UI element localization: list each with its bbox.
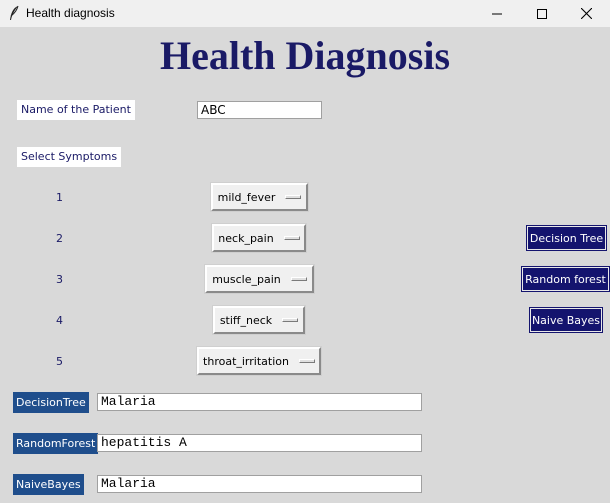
decision-tree-result-field[interactable]: Malaria: [97, 393, 422, 411]
symptom-number-2: 2: [56, 232, 63, 245]
naive-bayes-result-label: NaiveBayes: [13, 474, 84, 495]
symptom-number-5: 5: [56, 355, 63, 368]
close-button[interactable]: [564, 0, 609, 27]
symptom-select-4-value: stiff_neck: [219, 313, 273, 327]
maximize-button[interactable]: [519, 0, 564, 27]
symptom-select-2-value: neck_pain: [218, 231, 274, 245]
dropdown-indicator-icon: [282, 318, 299, 322]
symptom-number-1: 1: [56, 191, 63, 204]
symptom-number-4: 4: [56, 314, 63, 327]
dropdown-indicator-icon: [283, 236, 300, 240]
symptom-select-5[interactable]: throat_irritation: [197, 347, 321, 375]
app-window: Health diagnosis Health Diagnosis Name o…: [0, 0, 610, 503]
patient-name-input[interactable]: ABC: [197, 101, 322, 119]
symptom-select-3[interactable]: muscle_pain: [205, 265, 314, 293]
symptom-select-2[interactable]: neck_pain: [212, 224, 306, 252]
naive-bayes-result-field[interactable]: Malaria: [97, 475, 422, 493]
page-title: Health Diagnosis: [159, 33, 451, 78]
naive-bayes-button[interactable]: Naive Bayes: [529, 307, 603, 333]
decision-tree-button[interactable]: Decision Tree: [526, 225, 607, 251]
patient-name-label: Name of the Patient: [17, 100, 135, 120]
minimize-button[interactable]: [474, 0, 519, 27]
title-bar[interactable]: Health diagnosis: [0, 0, 610, 27]
symptom-select-5-value: throat_irritation: [203, 354, 289, 368]
symptom-number-3: 3: [56, 273, 63, 286]
feather-icon: [8, 5, 20, 21]
close-icon: [581, 8, 592, 19]
symptom-select-1-value: mild_fever: [217, 190, 276, 204]
random-forest-result-field[interactable]: hepatitis A: [97, 434, 422, 452]
decision-tree-result-label: DecisionTree: [13, 392, 89, 413]
minimize-icon: [491, 9, 502, 19]
dropdown-indicator-icon: [298, 359, 315, 363]
dropdown-indicator-icon: [285, 195, 302, 199]
symptom-select-1[interactable]: mild_fever: [211, 183, 308, 211]
maximize-icon: [536, 8, 547, 19]
random-forest-button[interactable]: Random forest: [521, 266, 610, 292]
select-symptoms-label: Select Symptoms: [17, 147, 122, 167]
symptom-select-4[interactable]: stiff_neck: [213, 306, 305, 334]
window-title: Health diagnosis: [26, 6, 115, 20]
random-forest-result-label: RandomForest: [13, 433, 99, 454]
symptom-select-3-value: muscle_pain: [212, 272, 281, 286]
dropdown-indicator-icon: [290, 277, 307, 281]
